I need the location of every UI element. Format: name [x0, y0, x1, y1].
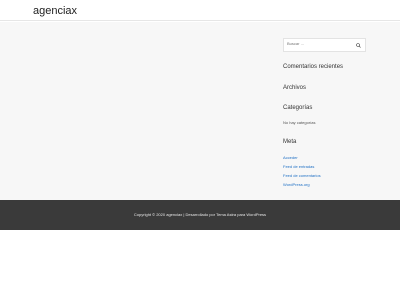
meta-link-wordpress-org[interactable]: WordPress.org — [283, 182, 310, 187]
no-categories-text: No hay categorías — [283, 120, 316, 125]
meta-title: Meta — [283, 139, 297, 145]
meta-link-login[interactable]: Acceder — [283, 155, 298, 160]
categories-title: Categorías — [283, 105, 313, 111]
archives-title: Archivos — [283, 85, 307, 91]
page-bottom-blank — [0, 230, 400, 300]
recent-comments-title: Comentarios recientes — [283, 64, 344, 70]
search-icon[interactable] — [356, 43, 361, 48]
site-header: agenciax — [0, 0, 400, 21]
footer-copyright: Copyright © 2020 agenciax | Desarrollado… — [133, 212, 267, 217]
site-title[interactable]: agenciax — [33, 5, 77, 17]
search-form[interactable] — [283, 38, 366, 52]
meta-link-entries-feed[interactable]: Feed de entradas — [283, 164, 314, 169]
search-input[interactable] — [287, 41, 339, 46]
meta-link-comments-feed[interactable]: Feed de comentarios — [283, 173, 321, 178]
